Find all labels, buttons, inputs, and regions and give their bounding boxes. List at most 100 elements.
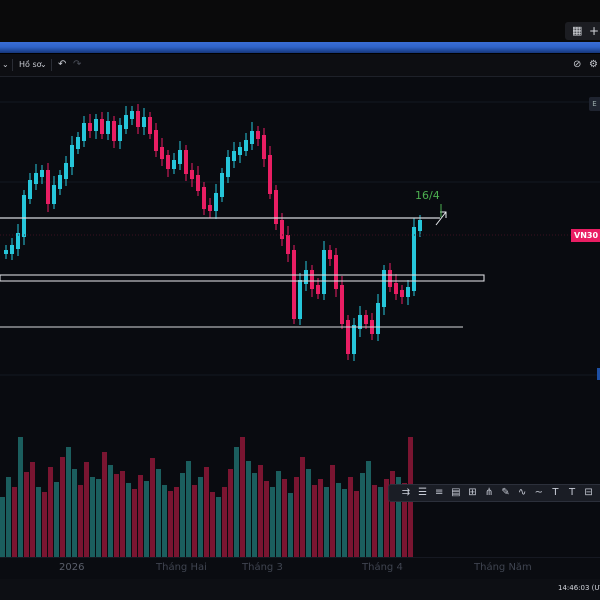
candle-body bbox=[88, 123, 92, 131]
fib-icon[interactable]: ▤ bbox=[449, 485, 463, 501]
grid-tool-icon[interactable]: ⊞ bbox=[465, 485, 479, 501]
volume-bar bbox=[90, 477, 95, 557]
wave-icon[interactable]: ∼ bbox=[532, 485, 546, 501]
candle-body bbox=[304, 270, 308, 284]
candle-body bbox=[298, 280, 302, 319]
candle-body bbox=[346, 320, 350, 354]
candle-body bbox=[400, 290, 404, 297]
candle-body bbox=[214, 193, 218, 211]
candle-body bbox=[250, 131, 254, 144]
text-icon[interactable]: T bbox=[548, 485, 562, 501]
volume-bar bbox=[126, 483, 131, 557]
window-actions: ▦ + bbox=[565, 22, 600, 40]
volume-bar bbox=[120, 471, 125, 557]
settings-icon[interactable]: ⚙ bbox=[589, 54, 598, 76]
annotation-label: 16/4 bbox=[415, 189, 440, 202]
candle-body bbox=[118, 125, 122, 141]
volume-bar bbox=[60, 457, 65, 557]
candle-body bbox=[388, 270, 392, 287]
time-axis-label: 2026 bbox=[59, 562, 85, 573]
candle-body bbox=[52, 185, 56, 204]
volume-bar bbox=[366, 461, 371, 557]
clock: 14:46:03 (UTC bbox=[558, 584, 600, 592]
candle-body bbox=[328, 250, 332, 259]
chevron-down-icon[interactable]: ⌄ bbox=[40, 54, 47, 76]
chart-toolbar: ⌄ Hồ sơ ⌄ ↶ ↷ ⊘ ⚙ bbox=[0, 54, 600, 77]
candle-body bbox=[196, 175, 200, 191]
volume-bar bbox=[186, 461, 191, 557]
candle-body bbox=[226, 157, 230, 177]
volume-bar bbox=[306, 469, 311, 557]
volume-bar bbox=[216, 497, 221, 557]
volume-bar bbox=[276, 471, 281, 557]
candle-body bbox=[154, 130, 158, 151]
volume-bar bbox=[132, 489, 137, 557]
accent-strip bbox=[0, 42, 600, 53]
volume-bar bbox=[222, 487, 227, 557]
candle-body bbox=[268, 155, 272, 194]
candle-body bbox=[376, 303, 380, 334]
volume-bar bbox=[48, 467, 53, 557]
profile-button[interactable]: Hồ sơ bbox=[19, 54, 42, 76]
dropdown-caret-icon[interactable]: ⌄ bbox=[2, 54, 9, 76]
time-axis-label: Tháng Hai bbox=[156, 562, 207, 573]
candle-body bbox=[100, 119, 104, 134]
shape-icon[interactable]: ⊟ bbox=[582, 485, 596, 501]
candle-body bbox=[202, 187, 206, 209]
volume-bar bbox=[66, 447, 71, 557]
candle-body bbox=[364, 315, 368, 324]
candle-body bbox=[4, 250, 8, 254]
pitchfork-icon[interactable]: ⋔ bbox=[482, 485, 496, 501]
undo-icon[interactable]: ↶ bbox=[58, 54, 66, 76]
text-alt-icon[interactable]: T bbox=[565, 485, 579, 501]
candle-body bbox=[292, 250, 296, 319]
alert-icon[interactable]: ⊘ bbox=[573, 54, 581, 76]
candle-body bbox=[124, 115, 128, 129]
volume-bar bbox=[234, 447, 239, 557]
grid-icon[interactable]: ▦ bbox=[572, 25, 584, 37]
candle-body bbox=[34, 173, 38, 184]
redo-icon[interactable]: ↷ bbox=[73, 54, 81, 76]
horizontal-zone bbox=[0, 274, 485, 282]
candle-body bbox=[244, 140, 248, 151]
hlines-icon[interactable]: ≡ bbox=[432, 485, 446, 501]
volume-bar bbox=[336, 483, 341, 557]
volume-bar bbox=[72, 469, 77, 557]
scale-button[interactable]: E bbox=[589, 97, 600, 111]
volume-bar bbox=[18, 437, 23, 557]
volume-bar bbox=[348, 477, 353, 557]
path-icon[interactable]: ∿ bbox=[515, 485, 529, 501]
candle-body bbox=[322, 250, 326, 294]
candle-body bbox=[310, 270, 314, 289]
volume-bar bbox=[6, 477, 11, 557]
lines-icon[interactable]: ☰ bbox=[416, 485, 430, 501]
grid-lines bbox=[0, 101, 600, 376]
time-axis[interactable]: 2026 Tháng Hai Tháng 3 Tháng 4 Tháng Năm bbox=[0, 557, 600, 580]
candle-body bbox=[94, 119, 98, 131]
volume-bar bbox=[270, 487, 275, 557]
candle-body bbox=[286, 235, 290, 254]
volume-bar bbox=[258, 465, 263, 557]
volume-bar bbox=[102, 452, 107, 557]
volume-bar bbox=[342, 489, 347, 557]
volume-bar bbox=[378, 487, 383, 557]
volume-bar bbox=[180, 473, 185, 557]
volume-bar bbox=[168, 491, 173, 557]
volume-bar bbox=[252, 473, 257, 557]
candle-body bbox=[166, 155, 170, 169]
candle-body bbox=[184, 150, 188, 174]
candle-body bbox=[208, 205, 212, 211]
candle-body bbox=[64, 163, 68, 179]
window-title-bar: ▦ + bbox=[0, 0, 600, 42]
volume-bar bbox=[162, 485, 167, 557]
volume-bar bbox=[240, 437, 245, 557]
toolbar-divider bbox=[51, 59, 52, 71]
brush-icon[interactable]: ✎ bbox=[499, 485, 513, 501]
candle-body bbox=[10, 245, 14, 254]
candle-body bbox=[340, 285, 344, 324]
long-position-icon[interactable]: ⇉ bbox=[399, 485, 413, 501]
volume-bar bbox=[36, 487, 41, 557]
time-axis-label: Tháng 3 bbox=[242, 562, 283, 573]
volume-bar bbox=[372, 485, 377, 557]
plus-icon[interactable]: + bbox=[589, 22, 599, 40]
